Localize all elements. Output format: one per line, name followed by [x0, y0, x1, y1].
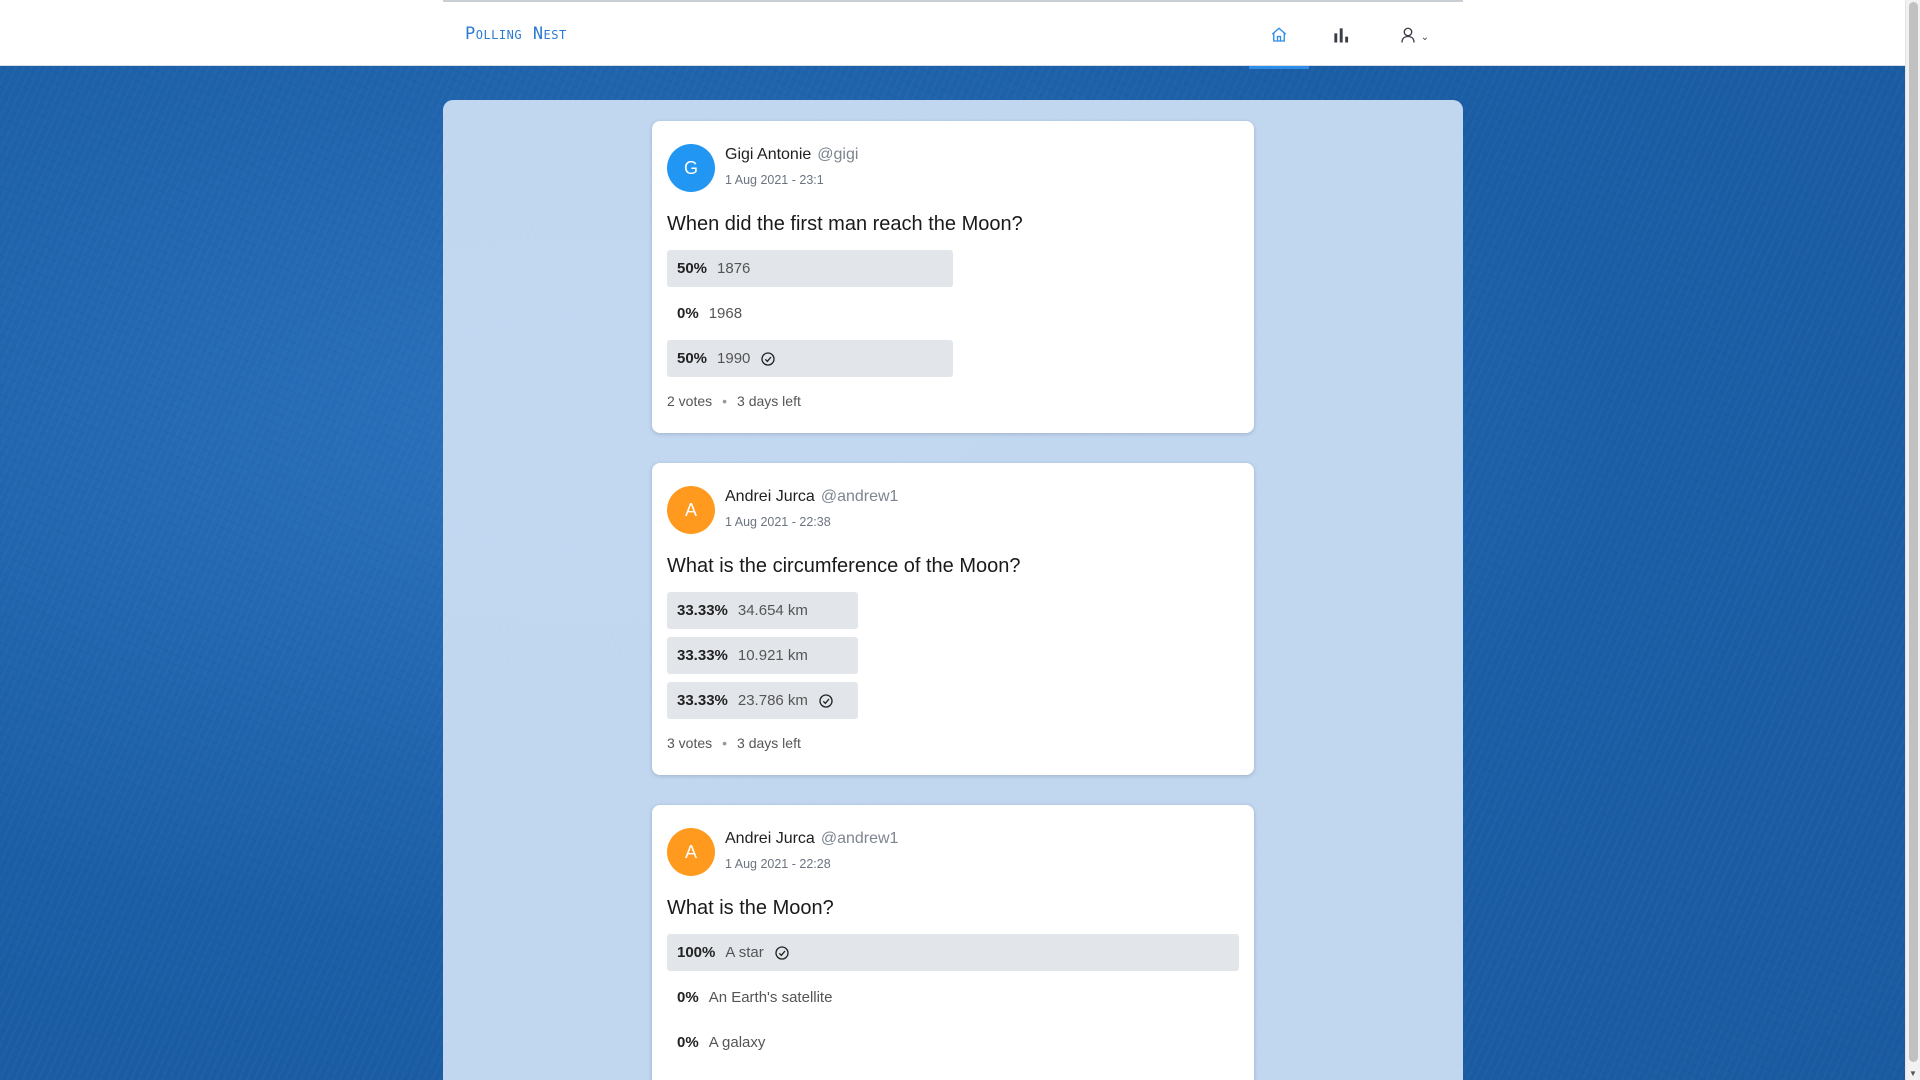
scroll-down-arrow[interactable]: ▼: [1909, 1069, 1917, 1078]
time-left: 3 days left: [737, 393, 801, 409]
option-percentage: 50%: [677, 350, 708, 367]
poll-date: 1 Aug 2021 - 22:38: [725, 515, 831, 529]
poll-option[interactable]: 0% 1968: [667, 295, 1239, 332]
option-label: A star: [725, 944, 764, 961]
author-name[interactable]: Andrei Jurca: [725, 488, 815, 505]
brand-logo[interactable]: Polling Nest: [465, 24, 567, 44]
poll-date: 1 Aug 2021 - 23:1: [725, 173, 824, 187]
poll-options: 33.33% 34.654 km 33.33% 10.921 km 33.33% 23.7…: [667, 592, 1239, 727]
author-name[interactable]: Gigi Antonie: [725, 146, 811, 163]
poll-options: 100% A star 0% An Earth's satellite 0% A gala…: [667, 934, 1239, 1069]
option-result-bar: [667, 340, 953, 377]
avatar[interactable]: G: [667, 144, 715, 192]
navbar-inner: Polling Nest ⌄: [443, 0, 1463, 69]
author-line: Andrei Jurca @andrew1: [725, 488, 898, 506]
poll-options: 50% 1876 0% 1968 50% 1990: [667, 250, 1239, 385]
poll-option[interactable]: 33.33% 10.921 km: [667, 637, 1239, 674]
poll-meta: 2 votes • 3 days left: [667, 393, 801, 409]
option-percentage: 33.33%: [677, 602, 728, 619]
poll-card: G Gigi Antonie @gigi 1 Aug 2021 - 23:1 When …: [652, 121, 1254, 433]
user-menu[interactable]: ⌄: [1383, 2, 1445, 68]
separator-dot: •: [722, 735, 728, 751]
author-handle[interactable]: @andrew1: [821, 830, 899, 847]
poll-option[interactable]: 50% 1876: [667, 250, 1239, 287]
scrollbar-thumb[interactable]: [1909, 2, 1918, 1062]
option-percentage: 0%: [677, 989, 699, 1006]
user-icon: [1401, 27, 1415, 43]
bar-chart-icon: [1334, 28, 1349, 43]
poll-meta: 3 votes • 3 days left: [667, 735, 801, 751]
poll-question: What is the circumference of the Moon?: [667, 555, 1021, 577]
poll-option[interactable]: 33.33% 34.654 km: [667, 592, 1239, 629]
option-label: 34.654 km: [737, 602, 808, 619]
option-label: 1990: [717, 350, 751, 367]
option-percentage: 33.33%: [677, 647, 728, 664]
author-handle[interactable]: @andrew1: [821, 488, 899, 505]
time-left: 3 days left: [737, 735, 801, 751]
check-circle-icon: [760, 351, 776, 367]
author-line: Andrei Jurca @andrew1: [725, 830, 898, 848]
option-percentage: 33.33%: [677, 692, 728, 709]
nav-stats[interactable]: [1311, 2, 1371, 68]
poll-card: A Andrei Jurca @andrew1 1 Aug 2021 - 22:38 W…: [652, 463, 1254, 775]
poll-card: A Andrei Jurca @andrew1 1 Aug 2021 - 22:28 W…: [652, 805, 1254, 1080]
chevron-down-icon: ⌄: [1420, 31, 1430, 43]
poll-option[interactable]: 0% An Earth's satellite: [667, 979, 1239, 1016]
avatar[interactable]: A: [667, 486, 715, 534]
top-navbar: Polling Nest ⌄: [0, 0, 1905, 69]
option-percentage: 50%: [677, 260, 708, 277]
author-name[interactable]: Andrei Jurca: [725, 830, 815, 847]
vote-count: 2 votes: [667, 393, 713, 409]
poll-question: When did the first man reach the Moon?: [667, 213, 1023, 235]
poll-option[interactable]: 33.33% 23.786 km: [667, 682, 1239, 719]
option-label: 1876: [717, 260, 751, 277]
option-result-bar: [667, 250, 953, 287]
option-percentage: 0%: [677, 305, 699, 322]
vertical-scrollbar[interactable]: ▼: [1905, 0, 1920, 1080]
poll-option[interactable]: 50% 1990: [667, 340, 1239, 377]
author-handle[interactable]: @gigi: [817, 146, 858, 163]
avatar[interactable]: A: [667, 828, 715, 876]
check-circle-icon: [774, 945, 790, 961]
poll-option[interactable]: 0% A galaxy: [667, 1024, 1239, 1061]
poll-question: What is the Moon?: [667, 897, 834, 919]
option-label: An Earth's satellite: [708, 989, 833, 1006]
nav-home[interactable]: [1249, 2, 1309, 69]
option-percentage: 0%: [677, 1034, 699, 1051]
option-label: 23.786 km: [737, 692, 808, 709]
author-line: Gigi Antonie @gigi: [725, 146, 858, 164]
poll-option[interactable]: 100% A star: [667, 934, 1239, 971]
check-circle-icon: [818, 693, 834, 709]
vote-count: 3 votes: [667, 735, 713, 751]
home-icon: [1271, 27, 1287, 42]
option-label: A galaxy: [708, 1034, 766, 1051]
separator-dot: •: [722, 393, 728, 409]
option-percentage: 100%: [677, 944, 716, 961]
poll-date: 1 Aug 2021 - 22:28: [725, 857, 831, 871]
option-label: 1968: [708, 305, 743, 322]
option-label: 10.921 km: [737, 647, 808, 664]
